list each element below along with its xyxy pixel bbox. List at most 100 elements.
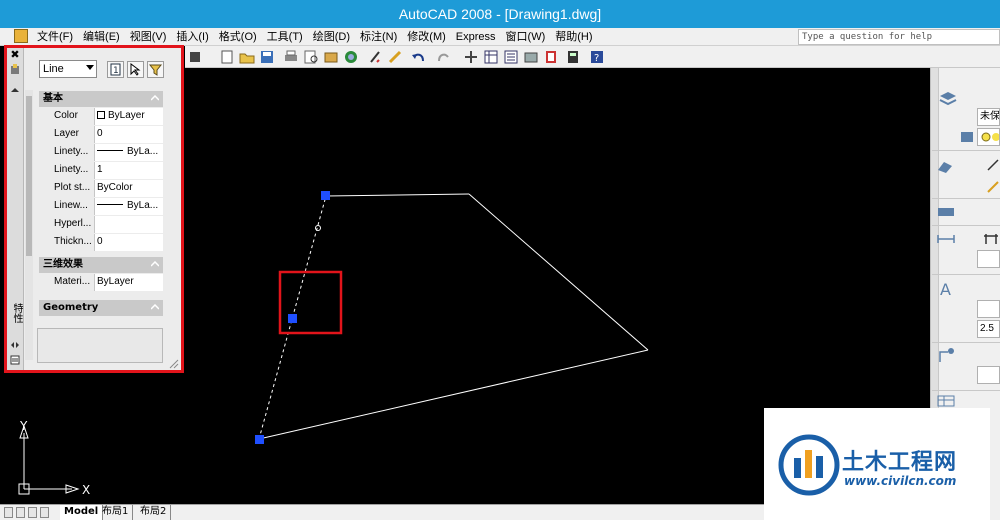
text-icon[interactable]: A	[938, 280, 956, 299]
tool-palettes-icon[interactable]	[523, 49, 539, 65]
arrows-icon[interactable]	[10, 340, 20, 350]
multileader-icon[interactable]	[936, 346, 956, 364]
properties-icon[interactable]	[503, 49, 519, 65]
section-3d-visualization[interactable]: 三维效果	[39, 257, 163, 273]
prop-row-material[interactable]: Materi... ByLayer	[39, 274, 163, 291]
autohide-icon[interactable]	[9, 64, 21, 76]
layers-icon[interactable]	[938, 90, 958, 108]
section-general[interactable]: 基本	[39, 91, 163, 107]
prop-value[interactable]: 0	[94, 126, 163, 143]
toggle-pickadd-button[interactable]: 1	[107, 61, 124, 78]
menu-tools[interactable]: 工具(T)	[262, 30, 308, 44]
svg-text:1: 1	[113, 66, 119, 76]
prop-value[interactable]: ByLayer	[94, 108, 163, 125]
dimension-icon[interactable]	[936, 232, 956, 246]
menu-dimension[interactable]: 标注(N)	[355, 30, 402, 44]
prop-row-color[interactable]: Color ByLayer	[39, 108, 163, 125]
prop-value[interactable]: ByColor	[94, 180, 163, 197]
prop-row-linetype[interactable]: Linety... ByLa...	[39, 144, 163, 161]
text-style-dropdown[interactable]	[977, 300, 1000, 318]
table-icon[interactable]	[936, 394, 956, 408]
scrollbar-thumb[interactable]	[26, 96, 32, 256]
prop-row-plot-style[interactable]: Plot st... ByColor	[39, 180, 163, 197]
menu-view[interactable]: 视图(V)	[125, 30, 172, 44]
close-icon[interactable]: ✖	[9, 49, 21, 61]
resize-grip-icon[interactable]	[169, 359, 179, 369]
polyline-tool-icon[interactable]	[986, 180, 1000, 194]
prop-row-thickness[interactable]: Thickn... 0	[39, 234, 163, 251]
prop-value[interactable]: 1	[94, 162, 163, 179]
dim-style-dropdown[interactable]	[977, 250, 1000, 268]
design-center-icon[interactable]	[483, 49, 499, 65]
menu-window[interactable]: 窗口(W)	[501, 30, 551, 44]
help-search-input[interactable]: Type a question for help	[798, 29, 1000, 45]
prop-value[interactable]: ByLayer	[94, 274, 163, 291]
prop-value[interactable]	[94, 216, 163, 233]
multileader-style-dropdown[interactable]	[977, 366, 1000, 384]
menu-express[interactable]: Express	[451, 30, 501, 44]
calculator-icon[interactable]	[565, 49, 581, 65]
palette-title-strip[interactable]: ✖ 特性	[7, 48, 24, 370]
tab-next-icon[interactable]	[28, 507, 37, 518]
prop-row-layer[interactable]: Layer 0	[39, 126, 163, 143]
grip-midpoint[interactable]	[288, 314, 297, 323]
plot-preview-icon[interactable]	[303, 49, 319, 65]
autocad-app-icon[interactable]	[14, 29, 28, 43]
cut-icon[interactable]	[367, 49, 383, 65]
line-top[interactable]	[325, 193, 470, 197]
menu-help[interactable]: 帮助(H)	[550, 30, 597, 44]
layer-status-box[interactable]	[977, 128, 1000, 146]
open-folder-icon[interactable]	[239, 49, 255, 65]
collapse-icon[interactable]	[151, 304, 159, 312]
section-geometry[interactable]: Geometry	[39, 300, 163, 316]
menu-format[interactable]: 格式(O)	[214, 30, 262, 44]
3d-make-icon[interactable]	[936, 158, 954, 174]
sheet-set-icon[interactable]	[543, 49, 559, 65]
menu-edit[interactable]: 编辑(E)	[78, 30, 125, 44]
pan-icon[interactable]	[463, 49, 479, 65]
menu-modify[interactable]: 修改(M)	[402, 30, 451, 44]
prop-row-hyperlink[interactable]: Hyperl...	[39, 216, 163, 233]
help-icon[interactable]: ?	[589, 49, 605, 65]
menu-draw[interactable]: 绘图(D)	[308, 30, 355, 44]
prop-row-linetype-scale[interactable]: Linety... 1	[39, 162, 163, 179]
dim-style-icon[interactable]	[982, 232, 1000, 246]
grip-start[interactable]	[321, 191, 330, 200]
tab-model[interactable]: Model	[60, 505, 104, 520]
layer-dropdown[interactable]: 未保	[977, 108, 1000, 126]
match-properties-icon[interactable]	[387, 49, 403, 65]
prop-value[interactable]: ByLa...	[94, 198, 163, 215]
quick-select-button[interactable]	[147, 61, 164, 78]
line-tool-icon[interactable]	[986, 158, 1000, 172]
grip-end[interactable]	[255, 435, 264, 444]
save-icon[interactable]	[259, 49, 275, 65]
publish-icon[interactable]	[323, 49, 339, 65]
text-height-field[interactable]: 2.5	[977, 320, 1000, 338]
menu-insert[interactable]: 插入(I)	[171, 30, 213, 44]
new-drawing-icon[interactable]	[219, 49, 235, 65]
tab-last-icon[interactable]	[40, 507, 49, 518]
select-objects-button[interactable]	[127, 61, 144, 78]
line-right[interactable]	[468, 193, 649, 351]
tab-layout1[interactable]: 布局1	[98, 505, 134, 520]
line-bottom[interactable]	[258, 349, 649, 440]
undo-icon[interactable]	[411, 49, 427, 65]
render-icon[interactable]	[936, 205, 956, 219]
layer-state-icon[interactable]	[960, 130, 974, 144]
palette-scrollbar[interactable]	[25, 90, 33, 360]
menu-icon[interactable]	[10, 355, 20, 365]
collapse-icon[interactable]	[151, 95, 159, 103]
collapse-icon[interactable]	[151, 261, 159, 269]
tab-first-icon[interactable]	[4, 507, 13, 518]
object-type-select[interactable]: Line	[39, 60, 97, 78]
prop-value[interactable]: ByLa...	[94, 144, 163, 161]
tab-prev-icon[interactable]	[16, 507, 25, 518]
prop-row-lineweight[interactable]: Linew... ByLa...	[39, 198, 163, 215]
3d-dwf-icon[interactable]	[343, 49, 359, 65]
menu-file[interactable]: 文件(F)	[32, 30, 78, 44]
chevron-up-icon[interactable]	[10, 85, 20, 95]
tab-layout2[interactable]: 布局2	[136, 505, 172, 520]
prop-value[interactable]: 0	[94, 234, 163, 251]
plot-icon[interactable]	[283, 49, 299, 65]
redo-icon[interactable]	[435, 49, 451, 65]
